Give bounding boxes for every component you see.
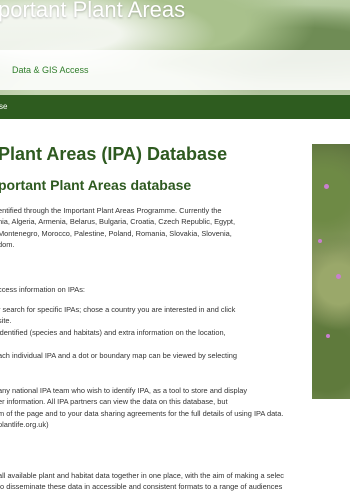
flower-shape	[326, 334, 330, 338]
access-line: r search for specific IPAs; chose a coun…	[0, 305, 236, 314]
access-line: site.	[0, 316, 12, 326]
flower-shape	[324, 184, 329, 189]
team-line: m of the page and to your data sharing a…	[0, 408, 284, 418]
intro-line: dom.	[0, 240, 15, 250]
section-title: portant Plant Areas database	[0, 177, 192, 193]
closing-line: to disseminate these data in accessible …	[0, 482, 283, 492]
page-title: Plant Areas (IPA) Database	[0, 144, 228, 164]
flower-shape	[318, 239, 322, 243]
intro-line: Montenegro, Morocco, Palestine, Poland, …	[0, 228, 232, 238]
intro-paragraph: entified through the Important Plant Are…	[0, 205, 235, 251]
site-title[interactable]: portant Plant Areas	[0, 0, 185, 23]
access-line: ach individual IPA and a dot or boundary…	[0, 350, 237, 360]
intro-line: entified through the Important Plant Are…	[0, 206, 222, 215]
access-line	[0, 338, 237, 349]
access-intro: ccess information on IPAs:	[0, 285, 85, 294]
nav-link-data-gis-access[interactable]: Data & GIS Access	[12, 65, 89, 75]
team-paragraph: any national IPA team who wish to identi…	[0, 385, 283, 431]
intro-line: nia, Algeria, Armenia, Belarus, Bulgaria…	[0, 217, 236, 227]
breadcrumb-current: se	[0, 102, 8, 111]
ipa-landscape-photo	[312, 144, 350, 399]
team-line: er information. All IPA partners can vie…	[0, 397, 228, 407]
team-line: any national IPA team who wish to identi…	[0, 386, 248, 395]
breadcrumb: se	[0, 95, 350, 119]
closing-paragraph: all available plant and habitat data tog…	[0, 470, 284, 493]
access-line: identified (species and habitats) and ex…	[0, 327, 226, 337]
closing-line: all available plant and habitat data tog…	[0, 471, 284, 480]
team-line: plantlife.org.uk)	[0, 420, 49, 430]
flower-shape	[336, 274, 341, 279]
main-nav: Data & GIS Access	[0, 50, 350, 90]
access-list: r search for specific IPAs; chose a coun…	[0, 304, 237, 361]
